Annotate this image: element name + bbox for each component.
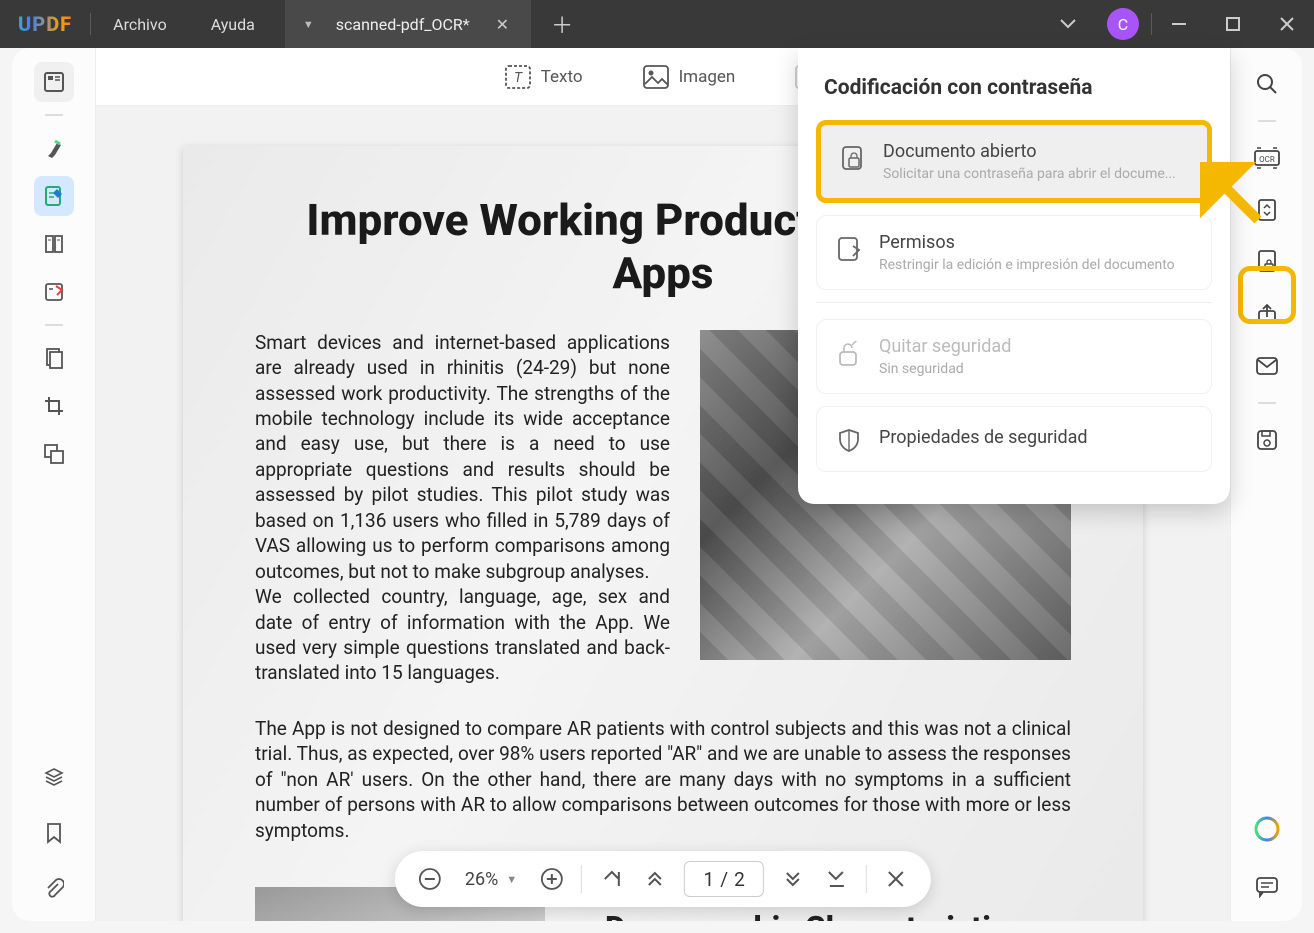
card-subtitle: Restringir la edición e impresión del do… <box>879 257 1193 273</box>
card-subtitle: Sin seguridad <box>879 361 1193 377</box>
left-sidebar <box>12 48 96 921</box>
tool-text[interactable]: T Texto <box>505 65 583 89</box>
total-pages: 2 <box>734 868 745 891</box>
attachment-icon[interactable] <box>34 869 74 909</box>
page-tools-icon[interactable] <box>34 338 74 378</box>
email-icon[interactable] <box>1247 346 1287 386</box>
tool-image[interactable]: Imagen <box>643 65 736 89</box>
tabs-dropdown-icon[interactable] <box>1041 0 1095 48</box>
card-security-properties[interactable]: Propiedades de seguridad <box>816 406 1212 472</box>
user-avatar[interactable]: C <box>1107 8 1139 40</box>
zoom-out-button[interactable] <box>415 864 445 894</box>
next-page-button[interactable] <box>778 864 808 894</box>
separator <box>816 302 1212 303</box>
crop-icon[interactable] <box>34 386 74 426</box>
menu-ayuda[interactable]: Ayuda <box>189 15 277 34</box>
app-logo: UPDF <box>0 12 90 36</box>
paragraph-2: We collected country, language, age, sex… <box>255 584 670 686</box>
separator <box>45 324 63 326</box>
card-subtitle: Solicitar una contraseña para abrir el d… <box>883 166 1189 182</box>
card-remove-security[interactable]: Quitar seguridad Sin seguridad <box>816 319 1212 394</box>
permissions-icon <box>835 236 863 264</box>
tool-text-label: Texto <box>541 67 583 87</box>
reader-mode-icon[interactable] <box>34 62 74 102</box>
minimize-button[interactable] <box>1152 0 1206 48</box>
card-title: Quitar seguridad <box>879 336 1193 357</box>
organize-pages-icon[interactable] <box>34 224 74 264</box>
form-icon[interactable] <box>34 272 74 312</box>
menu-archivo[interactable]: Archivo <box>91 15 189 34</box>
paragraph-3: The App is not designed to compare AR pa… <box>255 716 1071 843</box>
compare-icon[interactable] <box>34 434 74 474</box>
last-page-button[interactable] <box>822 864 852 894</box>
separator <box>1258 402 1276 404</box>
zoom-in-button[interactable] <box>537 864 567 894</box>
separator <box>1258 120 1276 122</box>
maximize-button[interactable] <box>1206 0 1260 48</box>
highlighter-icon[interactable] <box>34 128 74 168</box>
tool-image-label: Imagen <box>679 67 736 87</box>
panel-title: Codificación con contraseña <box>816 70 1212 120</box>
tab-title: scanned-pdf_OCR* <box>328 15 478 34</box>
protect-icon[interactable] <box>1247 242 1287 282</box>
shield-icon <box>835 427 863 455</box>
zoom-select[interactable]: 26% ▼ <box>459 869 523 890</box>
comment-icon[interactable] <box>1247 867 1287 907</box>
svg-text:T: T <box>514 70 523 86</box>
close-window-button[interactable] <box>1260 0 1314 48</box>
share-icon[interactable] <box>1247 294 1287 334</box>
card-open-document[interactable]: Documento abierto Solicitar una contrase… <box>816 120 1212 203</box>
document-tab[interactable]: ▼ scanned-pdf_OCR* ✕ <box>285 0 531 48</box>
separator <box>581 865 582 893</box>
current-page: 1 <box>704 868 715 891</box>
titlebar: UPDF Archivo Ayuda ▼ scanned-pdf_OCR* ✕ … <box>0 0 1314 48</box>
convert-icon[interactable] <box>1247 190 1287 230</box>
ocr-icon[interactable]: OCR <box>1247 138 1287 178</box>
lock-document-icon <box>839 145 867 173</box>
bookmark-icon[interactable] <box>34 813 74 853</box>
zoom-value: 26% <box>465 869 498 890</box>
paragraph-1: Smart devices and internet-based applica… <box>255 330 670 585</box>
subheading: Demographic Characteristics <box>605 909 1024 921</box>
card-permissions[interactable]: Permisos Restringir la edición e impresi… <box>816 215 1212 290</box>
close-toolbar-button[interactable] <box>881 864 911 894</box>
right-sidebar: OCR <box>1230 48 1302 921</box>
page-input[interactable]: 1 / 2 <box>684 861 764 897</box>
image-tool-icon <box>643 65 669 89</box>
chevron-down-icon: ▼ <box>506 873 517 886</box>
card-title: Permisos <box>879 232 1193 253</box>
svg-text:OCR: OCR <box>1259 155 1275 164</box>
ai-assistant-icon[interactable] <box>1247 809 1287 849</box>
edit-pdf-icon[interactable] <box>34 176 74 216</box>
card-title: Documento abierto <box>883 141 1189 162</box>
layers-icon[interactable] <box>34 757 74 797</box>
prev-page-button[interactable] <box>640 864 670 894</box>
save-icon[interactable] <box>1247 420 1287 460</box>
text-tool-icon: T <box>505 65 531 89</box>
search-icon[interactable] <box>1247 64 1287 104</box>
tab-dropdown-icon[interactable]: ▼ <box>303 18 314 31</box>
new-tab-button[interactable]: ＋ <box>531 8 593 40</box>
separator <box>866 865 867 893</box>
unlock-icon <box>835 340 863 368</box>
separator <box>45 114 63 116</box>
security-panel: Codificación con contraseña Documento ab… <box>798 48 1230 504</box>
first-page-button[interactable] <box>596 864 626 894</box>
page-separator: / <box>714 868 734 891</box>
card-title: Propiedades de seguridad <box>879 427 1193 448</box>
tab-close-icon[interactable]: ✕ <box>492 15 513 34</box>
page-toolbar: 26% ▼ 1 / 2 <box>395 851 931 907</box>
